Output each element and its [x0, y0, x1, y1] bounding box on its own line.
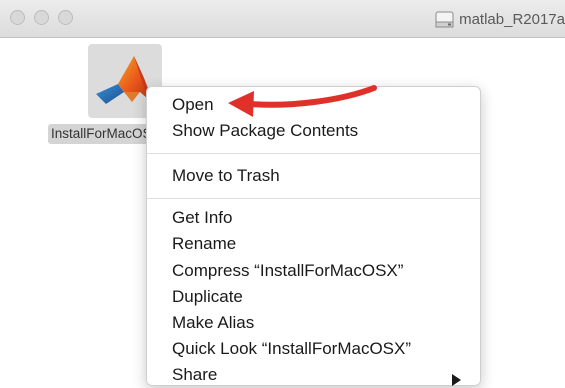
minimize-icon[interactable]: [34, 10, 49, 25]
menu-item-get-info[interactable]: Get Info: [172, 205, 232, 231]
context-menu: Open Show Package Contents Move to Trash…: [146, 86, 481, 386]
menu-item-compress[interactable]: Compress “InstallForMacOSX”: [172, 258, 403, 284]
window-title-text: matlab_R2017a: [459, 10, 565, 28]
menu-item-share[interactable]: Share: [172, 362, 217, 388]
close-icon[interactable]: [10, 10, 25, 25]
disk-icon: [435, 11, 454, 27]
file-name-label[interactable]: InstallForMacOSX: [48, 124, 158, 144]
zoom-icon[interactable]: [58, 10, 73, 25]
menu-item-duplicate[interactable]: Duplicate: [172, 284, 243, 310]
menu-item-open[interactable]: Open: [172, 92, 214, 118]
menu-item-show-package-contents[interactable]: Show Package Contents: [172, 118, 358, 144]
menu-item-rename[interactable]: Rename: [172, 231, 236, 257]
menu-separator: [147, 198, 480, 199]
chevron-right-icon: [452, 374, 461, 386]
window-title: matlab_R2017a: [435, 8, 565, 30]
window-titlebar: matlab_R2017a: [0, 0, 565, 38]
menu-separator: [147, 153, 480, 154]
menu-item-quick-look[interactable]: Quick Look “InstallForMacOSX”: [172, 336, 411, 362]
menu-item-make-alias[interactable]: Make Alias: [172, 310, 254, 336]
menu-item-move-to-trash[interactable]: Move to Trash: [172, 163, 280, 189]
